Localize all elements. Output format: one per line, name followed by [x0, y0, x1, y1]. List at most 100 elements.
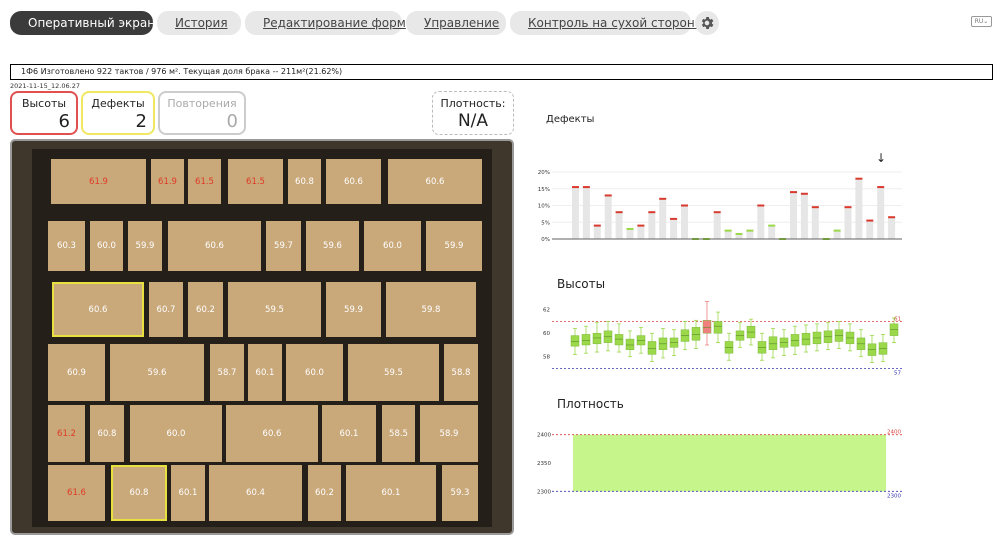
defects-card[interactable]: Дефекты 2	[81, 91, 155, 135]
block-0-6[interactable]: 60.6	[388, 159, 482, 204]
block-4-5[interactable]: 58.5	[382, 405, 415, 462]
block-0-3[interactable]: 61.5	[228, 159, 283, 204]
lower-limit-label: 2300	[887, 493, 901, 499]
tab-operative-screen[interactable]: Оперативный экран	[10, 11, 156, 35]
block-0-5[interactable]: 60.6	[326, 159, 381, 204]
bar-marker	[648, 211, 656, 214]
block-5-5[interactable]: 60.1	[346, 465, 436, 521]
block-1-4[interactable]: 59.7	[266, 221, 301, 271]
block-4-0[interactable]: 61.2	[48, 405, 85, 462]
block-5-2[interactable]: 60.1	[171, 465, 205, 521]
block-0-4[interactable]: 60.8	[288, 159, 321, 204]
block-1-7[interactable]: 59.9	[426, 221, 482, 271]
block-2-0[interactable]: 60.6	[52, 282, 144, 337]
block-5-6[interactable]: 59.3	[442, 465, 478, 521]
bar	[648, 212, 656, 239]
heights-card[interactable]: Высоты 6	[10, 91, 78, 135]
tab-form-editing[interactable]: Редактирование форм	[245, 11, 406, 35]
block-4-6[interactable]: 58.9	[420, 405, 478, 462]
density-card[interactable]: Плотность: N/A	[432, 91, 514, 135]
block-3-6[interactable]: 58.8	[444, 344, 478, 401]
block-3-2[interactable]: 58.7	[210, 344, 244, 401]
block-4-1[interactable]: 60.8	[90, 405, 124, 462]
block-5-0[interactable]: 61.6	[48, 465, 105, 521]
y-tick-label: 2300	[537, 489, 551, 495]
tab-dry-side-control[interactable]: Контроль на сухой стороне	[510, 11, 702, 35]
bar	[659, 198, 667, 239]
block-3-4[interactable]: 60.0	[286, 344, 343, 401]
bar-marker	[637, 224, 645, 227]
tab-management[interactable]: Управление	[406, 11, 506, 35]
block-4-4[interactable]: 60.1	[322, 405, 376, 462]
sort-arrow-icon[interactable]: ↓	[876, 151, 886, 165]
tab-label: Оперативный экран	[28, 16, 156, 30]
box	[581, 334, 591, 346]
bar	[866, 220, 874, 239]
settings-button[interactable]	[695, 11, 719, 35]
bar-marker	[572, 186, 579, 189]
block-5-3[interactable]: 60.4	[209, 465, 302, 521]
box	[768, 336, 778, 350]
bar-marker	[604, 194, 612, 197]
bar-marker	[670, 217, 678, 220]
block-1-2[interactable]: 59.9	[128, 221, 162, 271]
block-4-3[interactable]: 60.6	[226, 405, 318, 462]
block-2-5[interactable]: 59.8	[386, 282, 476, 337]
block-0-2[interactable]: 61.5	[188, 159, 221, 204]
block-4-2[interactable]: 60.0	[130, 405, 222, 462]
block-1-1[interactable]: 60.0	[90, 221, 123, 271]
block-1-0[interactable]: 60.3	[48, 221, 85, 271]
bar-marker	[866, 219, 874, 222]
y-tick-label: 60	[543, 331, 550, 337]
language-select[interactable]: RU⌄	[971, 16, 992, 27]
block-3-1[interactable]: 59.6	[110, 344, 204, 401]
repeats-card[interactable]: Повторения 0	[158, 91, 246, 135]
bar-marker	[713, 211, 721, 214]
y-tick-label: 0%	[541, 237, 550, 243]
tray: 61.9 61.9 61.5 61.5 60.8 60.6 60.6 60.3 60.0 59.9…	[32, 149, 492, 527]
block-3-0[interactable]: 60.9	[48, 344, 105, 401]
block-5-4[interactable]: 60.2	[308, 465, 341, 521]
block-2-3[interactable]: 59.5	[228, 282, 321, 337]
block-1-5[interactable]: 59.6	[306, 221, 359, 271]
block-0-1[interactable]: 61.9	[151, 159, 184, 204]
top-nav: Оперативный экран История Редактирование…	[10, 11, 719, 35]
tab-history[interactable]: История	[157, 11, 241, 35]
heights-card-label: Высоты	[21, 97, 67, 110]
bar	[877, 187, 885, 239]
block-2-1[interactable]: 60.7	[149, 282, 183, 337]
bar	[713, 212, 721, 239]
repeats-card-label: Повторения	[167, 97, 237, 110]
bar-marker	[659, 197, 667, 200]
density-card-label: Плотность:	[440, 97, 506, 110]
status-text: 1Ф6 Изготовлено 922 тактов / 976 м². Тек…	[21, 67, 343, 76]
box	[702, 320, 712, 334]
y-tick-label: 20%	[538, 170, 550, 176]
density-chart-title: Плотность	[557, 397, 624, 411]
y-tick-label: 2400	[537, 433, 551, 439]
timestamp: 2021-11-15_12.06.27	[10, 82, 80, 90]
block-0-0[interactable]: 61.9	[51, 159, 146, 204]
bar-marker	[833, 229, 841, 232]
block-2-4[interactable]: 59.9	[326, 282, 381, 337]
heights-chart: 58 60 62 61 57	[543, 301, 902, 376]
block-2-2[interactable]: 60.2	[188, 282, 223, 337]
bar-marker	[768, 224, 776, 227]
tab-label: Контроль на сухой стороне	[528, 16, 703, 30]
bar	[637, 225, 645, 239]
block-5-1[interactable]: 60.8	[111, 465, 167, 521]
block-3-5[interactable]: 59.5	[348, 344, 439, 401]
bar	[768, 225, 776, 239]
defects-chart-title: Дефекты	[546, 114, 595, 125]
heights-card-value: 6	[58, 111, 70, 132]
upper-limit-label: 61	[894, 316, 901, 322]
box	[625, 338, 635, 350]
block-3-3[interactable]: 60.1	[248, 344, 282, 401]
lower-limit-label: 57	[894, 370, 901, 376]
density-band	[573, 434, 886, 492]
block-1-6[interactable]: 60.0	[364, 221, 421, 271]
y-tick-label: 5%	[541, 220, 550, 226]
block-1-3[interactable]: 60.6	[168, 221, 261, 271]
tray-camera-image: 61.9 61.9 61.5 61.5 60.8 60.6 60.6 60.3 60.0 59.9…	[10, 139, 514, 535]
tab-label: Редактирование форм	[263, 16, 406, 30]
